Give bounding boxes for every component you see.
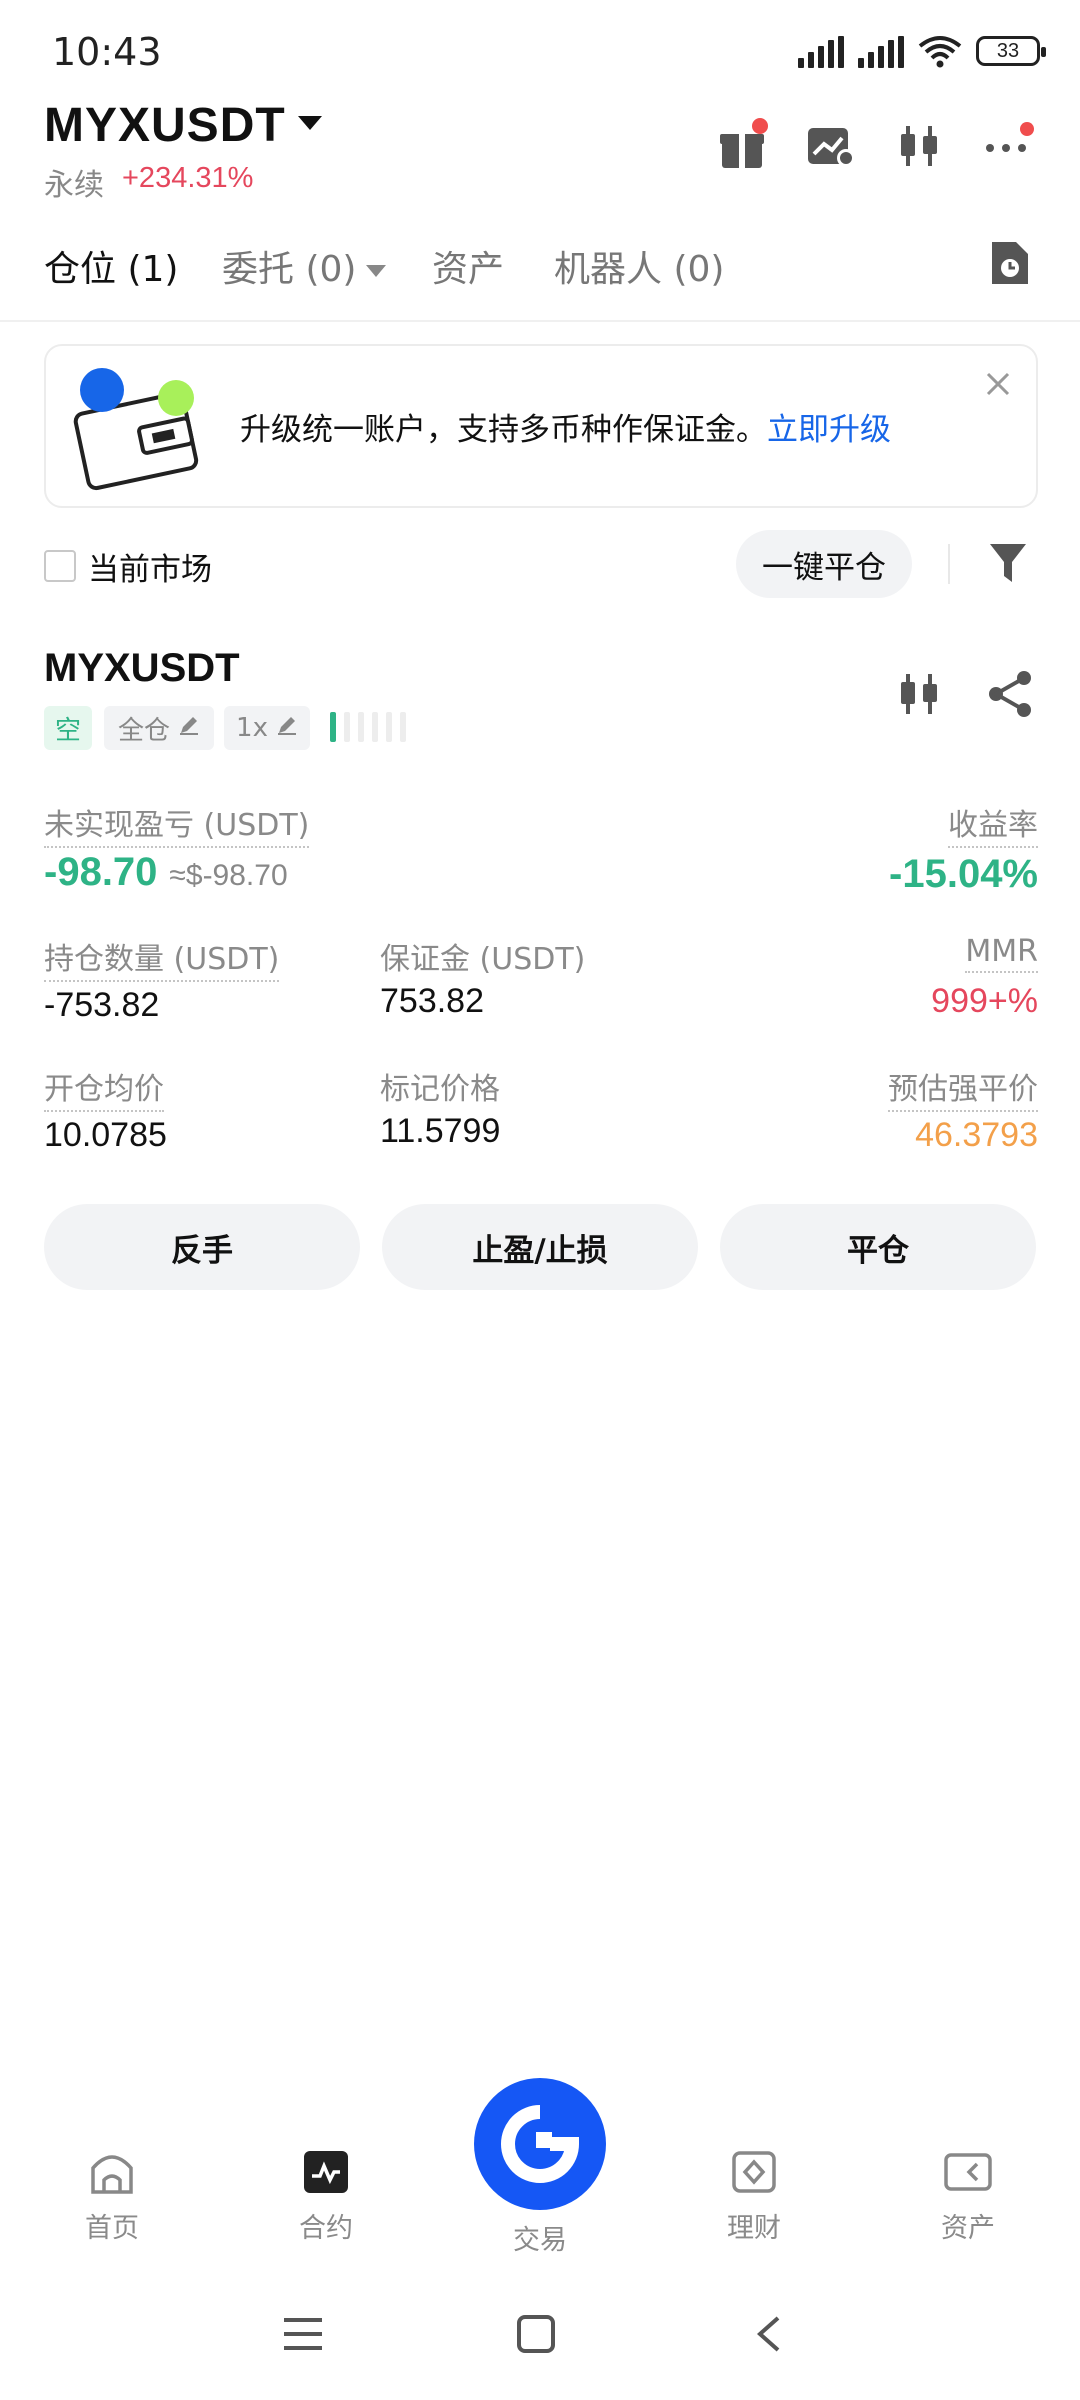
margin-mode-tag[interactable]: 全仓 [104,706,214,750]
position-size-value: -753.82 [44,986,160,1024]
position-symbol: MYXUSDT [44,646,240,690]
wifi-icon [918,36,962,68]
candlestick-icon[interactable] [896,670,944,722]
position-size-label[interactable]: 持仓数量 (USDT) [44,934,280,982]
leverage-label: 1x [236,713,268,743]
wallet-illustration-icon [70,366,210,496]
home-icon [91,2155,133,2194]
nav-futures[interactable]: 合约 [256,2150,396,2245]
unrealized-pnl-group: -98.70 ≈$-98.70 [44,850,288,895]
nav-assets-label: 资产 [941,2213,995,2244]
tab-positions[interactable]: 仓位 (1) [44,240,178,292]
roe-label[interactable]: 收益率 [948,800,1038,848]
unrealized-pnl-usd: ≈$-98.70 [169,859,288,892]
candlestick-icon[interactable] [896,122,944,170]
side-tag: 空 [44,706,92,750]
close-icon[interactable] [984,370,1012,402]
banner-text: 升级统一账户，支持多币种作保证金。立即升级 [240,404,891,449]
home-square-icon[interactable] [516,2314,556,2358]
more-icon[interactable] [984,122,1034,170]
trade-button[interactable] [474,2078,606,2210]
earn-icon [732,2151,776,2193]
futures-icon [304,2151,348,2193]
battery-level: 33 [996,39,1020,62]
share-icon[interactable] [986,670,1034,722]
divider [948,544,950,584]
close-all-button[interactable]: 一键平仓 [736,530,912,598]
nav-earn[interactable]: 理财 [684,2150,824,2245]
edit-icon [178,713,200,743]
back-icon[interactable] [752,2314,784,2358]
roe-value: -15.04% [889,852,1038,896]
leverage-tag[interactable]: 1x [224,706,310,750]
liq-price-label[interactable]: 预估强平价 [888,1064,1038,1112]
entry-price-value: 10.0785 [44,1116,167,1154]
nav-trade-label: 交易 [513,2225,567,2256]
mmr-label[interactable]: MMR [965,934,1038,973]
entry-price-label[interactable]: 开仓均价 [44,1064,164,1112]
risk-level-bar [330,712,406,742]
mark-price-value: 11.5799 [380,1112,501,1150]
signal-icon [858,34,904,68]
tab-orders-label: 委托 (0) [222,249,357,290]
menu-icon[interactable] [282,2314,324,2358]
banner-message: 升级统一账户，支持多币种作保证金。 [240,412,767,448]
signal-icon [798,34,844,68]
nav-futures-label: 合约 [299,2213,353,2244]
price-change: +234.31% [122,162,254,194]
tab-assets[interactable]: 资产 [432,240,504,292]
nav-home[interactable]: 首页 [42,2150,182,2245]
unrealized-pnl-value: -98.70 [44,850,158,894]
upgrade-link[interactable]: 立即升级 [767,412,891,448]
history-icon[interactable] [988,240,1030,290]
pair-title[interactable]: MYXUSDT [44,98,286,153]
status-time: 10:43 [52,30,162,74]
tabs-divider [0,320,1080,322]
mmr-value: 999+% [931,982,1038,1020]
margin-mode-label: 全仓 [117,715,170,746]
liq-price-value: 46.3793 [915,1116,1038,1154]
edit-icon [276,713,298,743]
close-position-button[interactable]: 平仓 [720,1204,1036,1290]
nav-assets[interactable]: 资产 [898,2150,1038,2245]
current-market-label: 当前市场 [88,552,212,588]
nav-earn-label: 理财 [727,2213,781,2244]
chevron-down-icon[interactable] [298,116,322,130]
nav-home-label: 首页 [85,2213,139,2244]
tp-sl-button[interactable]: 止盈/止损 [382,1204,698,1290]
chevron-down-icon [366,265,387,277]
contract-type: 永续 [44,168,104,203]
battery-icon: 33 [976,36,1046,66]
current-market-checkbox[interactable] [44,550,76,582]
margin-value: 753.82 [380,982,484,1020]
mark-price-label: 标记价格 [380,1072,500,1107]
margin-label: 保证金 (USDT) [380,942,586,977]
unrealized-pnl-label[interactable]: 未实现盈亏 (USDT) [44,800,310,848]
gift-icon[interactable] [718,118,768,170]
status-icons: 33 [798,34,1046,68]
tab-orders[interactable]: 委托 (0) [222,240,387,292]
tab-bots[interactable]: 机器人 (0) [554,240,724,292]
filter-icon[interactable] [988,540,1028,590]
trade-icon [501,2105,580,2183]
reverse-button[interactable]: 反手 [44,1204,360,1290]
chart-card-icon[interactable] [806,122,855,170]
assets-icon [944,2153,992,2191]
